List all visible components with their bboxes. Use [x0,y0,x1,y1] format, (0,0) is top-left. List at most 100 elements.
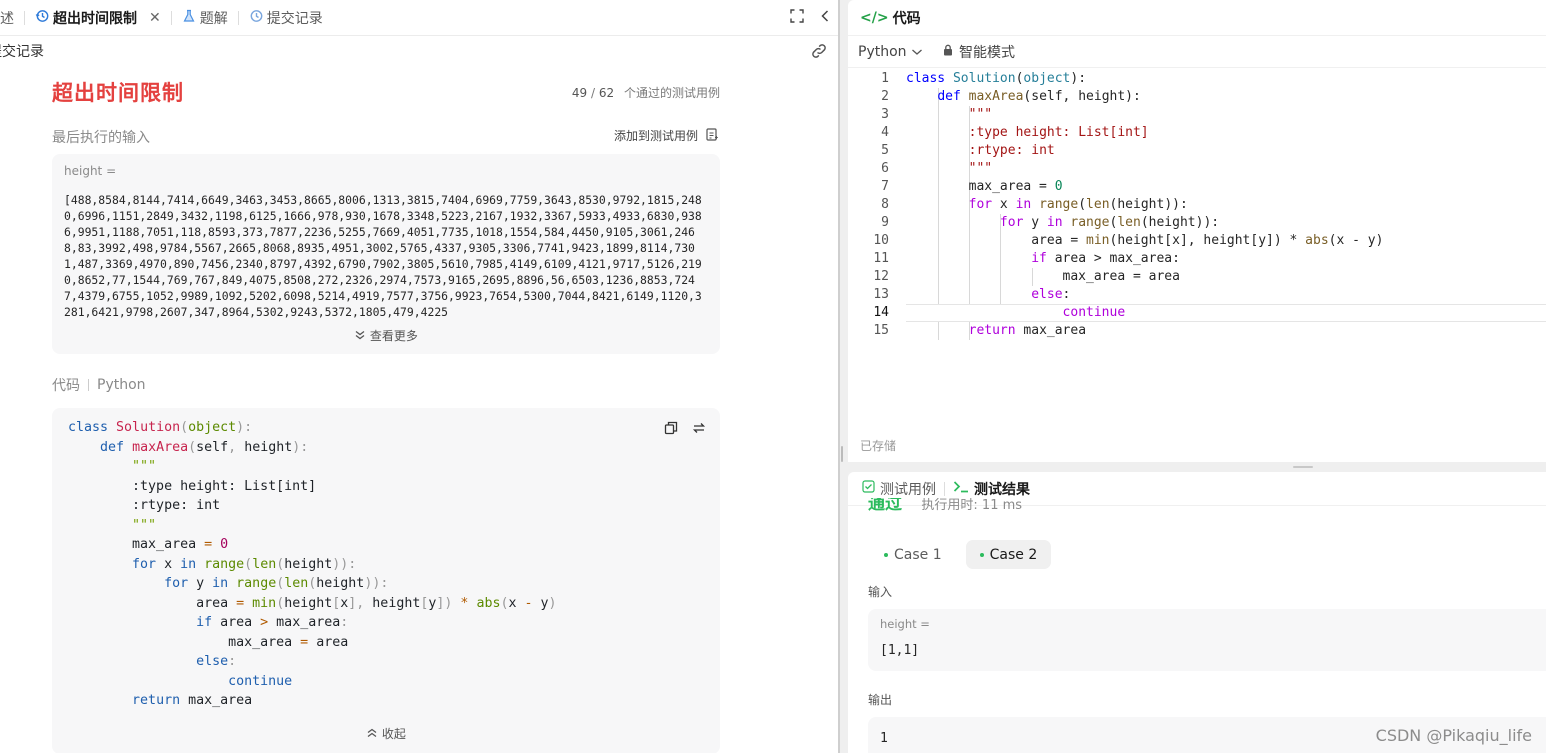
tab-separator [24,10,25,25]
history-icon [35,9,49,27]
code-line: 13 else: [873,287,1071,302]
passed-suffix: 个通过的测试用例 [623,86,720,100]
code-label-row: 代码 Python [52,371,720,399]
tab-tle-label: 超出时间限制 [53,10,137,27]
tab-separator [944,481,945,496]
saved-status: 已存储 [860,439,897,453]
see-more-button[interactable]: 查看更多 [52,327,720,344]
input-box: height = [1,1] [868,609,1546,671]
divider [88,379,89,391]
slash: / [591,86,599,100]
case-tab-2[interactable]: Case 2 [965,540,1052,569]
add-to-testcase-label: 添加到测试用例 [613,129,698,143]
code-label: 代码 [52,378,80,394]
editor-toolbar: Python 智能模式 [848,36,1546,68]
chevron-down-icon [911,44,923,60]
last-input-box: height = [488,8584,8144,7414,6649,3463,3… [52,154,720,354]
collapse-button[interactable]: 收起 [52,725,720,742]
case-label: Case 1 [894,546,942,563]
collapse-panel-icon[interactable] [820,9,830,27]
checkbox-icon [862,480,875,497]
horizontal-splitter[interactable] [848,462,1546,472]
see-more-label: 查看更多 [369,329,418,343]
submission-content: 超出时间限制 49 / 62 个通过的测试用例 最后执行的输入 添加到测试用例 … [52,66,720,753]
code-line: 7 max_area = 0 [881,179,1063,194]
code-tools [664,420,706,439]
tab-testcase[interactable]: 测试用例 [862,479,936,499]
case-label: Case 2 [989,546,1038,563]
history-icon [249,9,263,27]
code-icon: </> [860,9,889,26]
last-input-title: 最后执行的输入 [52,130,150,146]
tab-description-label: 描述 [0,10,14,27]
fullscreen-icon[interactable] [790,9,804,27]
editor-header: </> 代码 [848,0,1546,36]
tab-testcase-label: 测试用例 [880,481,936,498]
tab-time-limit-exceeded[interactable]: 超出时间限制 ✕ [35,0,161,36]
editor-title: 代码 [892,10,921,27]
code-editor-panel: </> 代码 Python 智能模式 1 class Solution(objec… [848,0,1546,462]
splitter-grip[interactable] [841,446,843,462]
submission-detail-panel: 描述 超出时间限制 ✕ 题解 提交记录 [0,0,838,753]
terminal-icon [953,480,969,497]
collapse-label: 收起 [381,727,406,741]
code-line: 2 def maxArea(self, height): [881,89,1141,104]
splitter-grip[interactable] [1293,466,1313,468]
add-to-testcase-button[interactable]: 添加到测试用例 [614,127,718,144]
code-language: Python [97,377,146,393]
output-label: 输出 [868,693,893,707]
watermark: CSDN @Pikaqiu_life [1375,726,1532,745]
breadcrumb-submissions[interactable]: 提交记录 [0,41,44,61]
passed-number: 49 [571,86,588,100]
code-line: 11 if area > max_area: [873,251,1180,266]
tab-submissions-label: 提交记录 [266,10,323,27]
case-pass-dot [979,552,984,557]
input-value: [488,8584,8144,7414,6649,3463,3453,8665,… [64,193,702,319]
case-tab-1[interactable]: Case 1 [870,540,956,569]
result-status: 通过 执行用时: 11 ms [868,498,1022,516]
editor-code-area[interactable]: 1 class Solution(object): 2 def maxArea(s… [848,70,1546,340]
tab-description[interactable]: 描述 [0,0,14,36]
splitter-line [838,0,840,753]
tab-test-result-label: 测试结果 [974,481,1030,498]
vertical-splitter[interactable] [838,0,848,753]
breadcrumb: 提交记录 [0,36,838,66]
code-line: 8 for x in range(len(height)): [881,197,1188,212]
result-title: 超出时间限制 [52,81,184,105]
code-line: 6 """ [881,161,993,176]
code-line: 12 max_area = area [873,269,1180,284]
swap-icon[interactable] [692,420,706,439]
double-chevron-down-icon [354,329,370,343]
tab-test-result[interactable]: 测试结果 [953,479,1030,499]
tab-solutions[interactable]: 题解 [182,0,228,36]
close-icon[interactable]: ✕ [149,10,161,26]
input-var-name: height = [64,164,117,178]
submitted-code-block: class Solution(object): def maxArea(self… [52,408,720,753]
panel-controls [790,0,830,36]
case-tabs: Case 1 Case 2 [870,540,1052,569]
input-value: [1,1] [880,643,920,658]
language-value: Python [858,43,907,60]
case-pass-dot [884,552,888,557]
code-line: 1 class Solution(object): [881,71,1087,86]
pass-count: 49 / 62 个通过的测试用例 [572,84,720,101]
code-line: 9 for y in range(len(height)): [881,215,1220,230]
code-line: 15 return max_area [873,323,1087,338]
left-tab-bar: 描述 超出时间限制 ✕ 题解 提交记录 [0,0,838,36]
total-number: 62 [598,86,615,100]
submitted-code: class Solution(object): def maxArea(self… [68,420,557,708]
link-icon[interactable] [810,43,828,63]
smart-mode-label[interactable]: 智能模式 [959,42,1015,62]
lock-icon [943,44,953,60]
code-line: 5 :rtype: int [881,143,1055,158]
tab-solutions-label: 题解 [199,10,228,27]
test-results-panel: 测试用例 测试结果 通过 执行用时: 11 ms Case 1 Case 2 输… [848,472,1546,753]
copy-icon[interactable] [664,420,678,439]
clipboard-plus-icon [706,127,718,144]
code-line: 10 area = min(height[x], height[y]) * ab… [873,233,1384,248]
tab-submissions[interactable]: 提交记录 [249,0,323,36]
language-select[interactable]: Python [858,44,923,60]
tab-separator [170,10,172,25]
runtime: 执行用时: 11 ms [921,498,1023,513]
tab-separator [237,10,239,25]
